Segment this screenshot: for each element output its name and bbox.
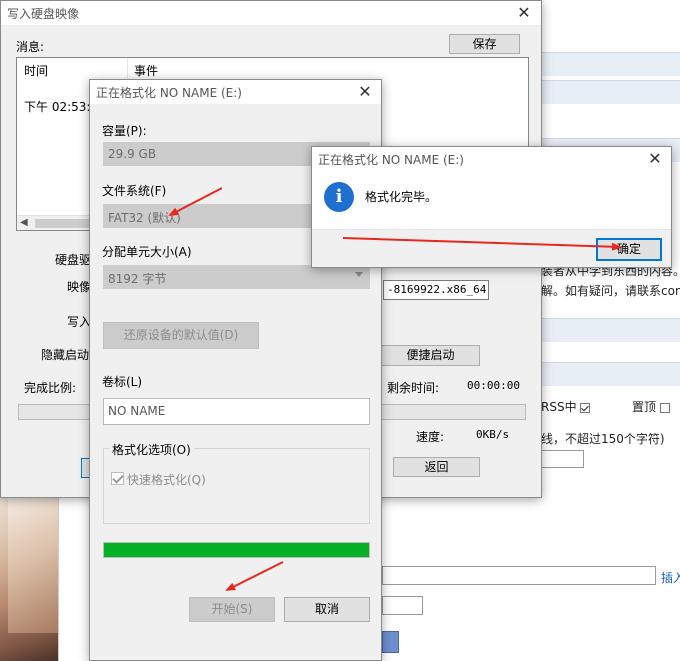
list-row-time: 下午 02:53:1 <box>24 100 99 114</box>
image-label: 映像 <box>67 280 92 294</box>
bg-pin-option[interactable]: 置顶 <box>632 398 670 415</box>
titlebar: 正在格式化 NO NAME (E:) ✕ <box>90 80 381 104</box>
scroll-thumb[interactable] <box>35 219 90 228</box>
capacity-value: 29.9 GB <box>108 147 157 161</box>
remaining-label: 剩余时间: <box>387 381 440 395</box>
speed-value: 0KB/s <box>476 428 510 441</box>
cancel-button[interactable]: 取消 <box>284 597 370 622</box>
volume-label-label: 卷标(L) <box>102 375 143 389</box>
close-icon[interactable]: ✕ <box>354 82 376 102</box>
titlebar: 写入硬盘映像 ✕ <box>1 1 541 25</box>
filesystem-value: FAT32 (默认) <box>108 211 181 225</box>
drive-label: 硬盘驱 <box>55 253 92 267</box>
hide-boot-label: 隐藏启动 <box>41 348 90 362</box>
allocation-value: 8192 字节 <box>108 272 167 286</box>
completion-label: 完成比例: <box>24 381 77 395</box>
message-text: 格式化完毕。 <box>365 190 438 204</box>
bg-text-input[interactable] <box>382 566 656 585</box>
format-options-label: 格式化选项(O) <box>109 441 194 458</box>
scroll-left-icon[interactable]: ◀ <box>20 217 28 228</box>
dialog-title: 正在格式化 NO NAME (E:) <box>318 153 464 167</box>
bg-band <box>542 318 680 342</box>
close-icon[interactable]: ✕ <box>644 149 666 169</box>
format-progress-bar <box>103 542 370 558</box>
info-icon: i <box>324 182 354 212</box>
dialog-footer: 确定 <box>312 229 671 267</box>
restore-defaults-button[interactable]: 还原设备的默认值(D) <box>103 322 259 349</box>
capacity-label: 容量(P): <box>102 124 147 138</box>
bg-input[interactable] <box>541 450 584 468</box>
allocation-label: 分配单元大小(A) <box>102 245 192 259</box>
filesystem-label: 文件系统(F) <box>102 184 167 198</box>
ok-button[interactable]: 确定 <box>596 238 662 261</box>
rss-checkbox[interactable] <box>580 402 591 413</box>
window-title: 写入硬盘映像 <box>7 7 80 21</box>
volume-label-value: NO NAME <box>108 404 166 418</box>
titlebar: 正在格式化 NO NAME (E:) ✕ <box>312 147 671 171</box>
close-icon[interactable]: ✕ <box>513 3 535 23</box>
rss-label: RSS中 <box>541 400 577 414</box>
dialog-title: 正在格式化 NO NAME (E:) <box>96 86 242 100</box>
save-button[interactable]: 保存 <box>449 34 520 54</box>
bg-band <box>542 362 680 386</box>
bg-small-input[interactable] <box>382 596 423 615</box>
column-header-time[interactable]: 时间 <box>24 62 48 79</box>
messages-label: 消息: <box>16 40 45 54</box>
back-button[interactable]: 返回 <box>393 457 480 477</box>
bg-limit-hint: 线，不超过150个字符) <box>541 432 665 446</box>
format-complete-dialog: 正在格式化 NO NAME (E:) ✕ i 格式化完毕。 确定 <box>311 146 672 268</box>
bg-photo-frame <box>8 498 58 633</box>
speed-label: 速度: <box>416 430 445 444</box>
allocation-select[interactable]: 8192 字节 <box>103 265 370 289</box>
volume-label-input[interactable]: NO NAME <box>103 398 370 425</box>
quick-boot-button[interactable]: 便捷启动 <box>381 345 480 366</box>
image-path-field[interactable]: -8169922.x86_64.i <box>383 280 489 300</box>
pin-label: 置顶 <box>632 400 657 414</box>
remaining-value: 00:00:00 <box>467 379 520 392</box>
start-button[interactable]: 开始(S) <box>189 597 275 622</box>
pin-checkbox[interactable] <box>659 402 670 413</box>
quick-format-checkbox[interactable] <box>111 472 124 485</box>
chevron-down-icon <box>355 272 363 277</box>
quick-format-label: 快速格式化(Q) <box>127 473 206 487</box>
bg-rss-option[interactable]: RSS中 <box>541 398 591 415</box>
write-method-label: 写入 <box>67 315 92 329</box>
bg-band <box>542 80 680 104</box>
column-header-event[interactable]: 事件 <box>134 62 158 79</box>
bg-band <box>542 52 680 76</box>
bg-insert-link[interactable]: 插入 <box>661 569 680 586</box>
bg-blue-button[interactable] <box>382 631 399 653</box>
bg-text-line: 解。如有疑问，请联系con <box>541 284 680 298</box>
